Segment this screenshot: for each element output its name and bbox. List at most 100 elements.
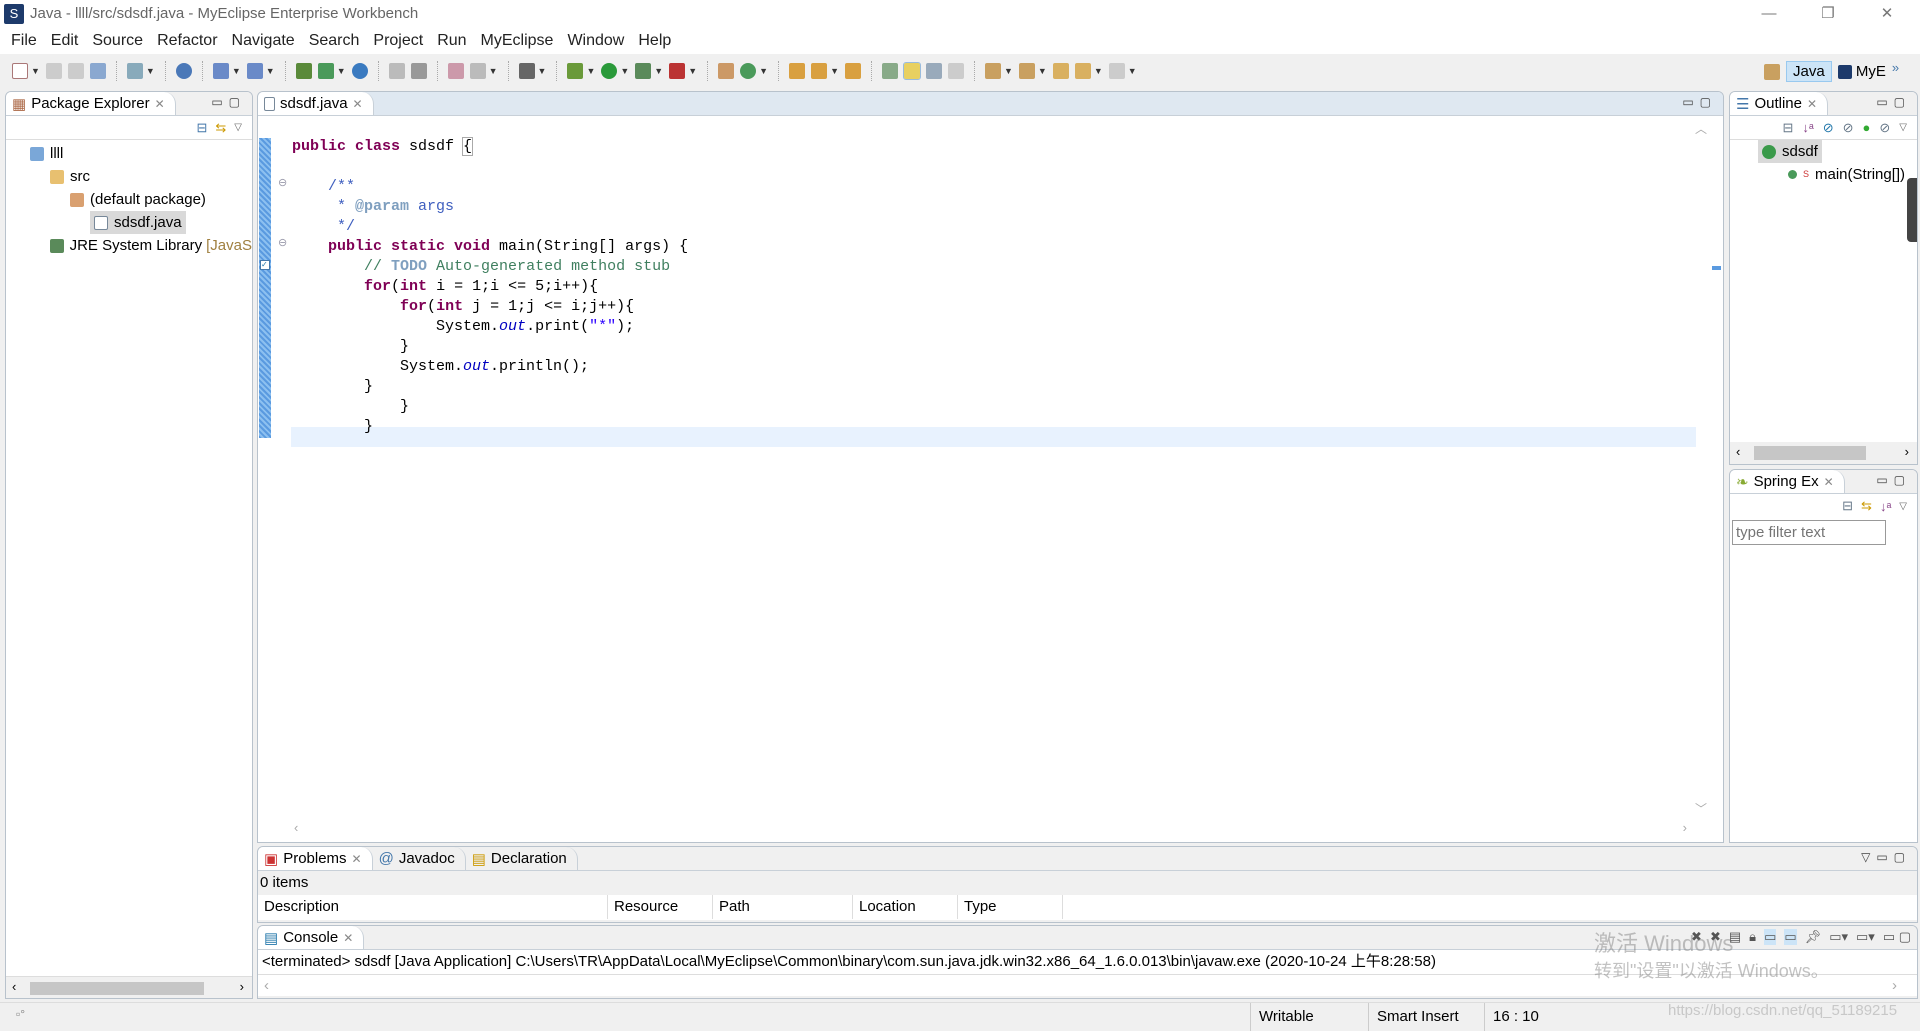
scroll-left-icon[interactable]: ‹ — [294, 820, 298, 835]
pin-console-icon[interactable]: 📌︎ — [1805, 929, 1822, 945]
new-icon[interactable] — [12, 63, 28, 79]
tab-sdsdf-java[interactable]: sdsdf.java ✕ — [258, 92, 374, 115]
scroll-down-icon[interactable]: ﹀ — [1695, 800, 1707, 817]
chevron-down-icon[interactable]: ▼ — [538, 66, 547, 76]
scrollbar-thumb[interactable] — [30, 982, 204, 995]
tab-console[interactable]: ▤ Console ✕ — [258, 926, 365, 949]
chevron-down-icon[interactable]: ▼ — [759, 66, 768, 76]
scroll-left-icon[interactable]: ‹ — [12, 979, 16, 994]
scroll-left-icon[interactable]: ‹ — [1736, 444, 1740, 459]
horizontal-scrollbar[interactable]: ‹ › — [6, 976, 252, 998]
tree-item-jre-library[interactable]: JRE System Library [JavaS — [6, 234, 252, 257]
outline-item-class[interactable]: sdsdf — [1730, 140, 1917, 163]
close-icon[interactable]: ✕ — [1824, 475, 1834, 489]
scroll-up-icon[interactable]: ︿ — [1695, 120, 1707, 137]
chevron-down-icon[interactable]: ▼ — [654, 66, 663, 76]
view-menu-minimize-maximize-icon[interactable]: ▽▭▢ — [1861, 850, 1911, 864]
close-icon[interactable]: ✕ — [1807, 97, 1817, 111]
chevron-down-icon[interactable]: ▼ — [586, 66, 595, 76]
deploy-icon[interactable] — [295, 63, 312, 79]
run-server-icon[interactable] — [317, 63, 334, 79]
open-folder-icon[interactable] — [789, 63, 806, 79]
chevron-down-icon[interactable]: ▼ — [688, 66, 697, 76]
hide-static-icon[interactable]: ⊘ — [1843, 120, 1854, 136]
save-icon[interactable] — [45, 63, 62, 79]
chevron-down-icon[interactable]: ▼ — [489, 66, 498, 76]
scrollbar-thumb[interactable] — [1754, 446, 1866, 460]
next-annotation-icon[interactable] — [984, 63, 1001, 79]
scroll-right-icon[interactable]: › — [1683, 820, 1687, 835]
minimize-maximize-icon[interactable]: ▭▢ — [211, 95, 246, 109]
open-task-icon[interactable] — [844, 63, 861, 79]
tab-declaration[interactable]: ▤ Declaration — [465, 847, 578, 870]
block-selection-icon[interactable] — [925, 63, 942, 79]
open-type-icon[interactable] — [388, 63, 405, 79]
hide-fields-icon[interactable]: ⊘ — [1823, 120, 1834, 136]
snapshot-icon[interactable] — [518, 63, 535, 79]
tab-javadoc[interactable]: @ Javadoc — [372, 847, 466, 870]
minimize-button[interactable]: — — [1746, 0, 1792, 27]
menu-file[interactable]: File — [4, 32, 44, 50]
collapse-all-icon[interactable]: ⊟ — [196, 120, 207, 136]
mark-occurrences-icon[interactable] — [902, 62, 921, 80]
browser-icon[interactable] — [351, 63, 368, 79]
menu-refactor[interactable]: Refactor — [150, 32, 224, 50]
run-icon[interactable] — [601, 63, 618, 79]
task-marker-icon[interactable]: ✓ — [260, 260, 270, 270]
menu-myeclipse[interactable]: MyEclipse — [474, 32, 561, 50]
column-description[interactable]: Description — [258, 895, 608, 919]
chevron-down-icon[interactable]: ▼ — [232, 66, 241, 76]
chevron-down-icon[interactable]: ▼ — [31, 66, 40, 76]
chevron-down-icon[interactable]: ▼ — [146, 66, 155, 76]
menu-navigate[interactable]: Navigate — [225, 32, 302, 50]
close-icon[interactable]: ✕ — [352, 852, 362, 866]
close-button[interactable]: ✕ — [1864, 0, 1910, 27]
forward-icon[interactable] — [1108, 63, 1125, 79]
tab-spring-explorer[interactable]: ❧ Spring Ex ✕ — [1730, 470, 1845, 493]
link-editor-icon[interactable]: ⇆ — [1861, 498, 1872, 514]
back-icon[interactable] — [1074, 63, 1091, 79]
close-icon[interactable]: ✕ — [155, 97, 165, 111]
outline-item-main[interactable]: Smain(String[]) — [1730, 163, 1917, 186]
menu-help[interactable]: Help — [631, 32, 678, 50]
print-icon[interactable] — [89, 63, 106, 79]
uml-icon[interactable] — [469, 63, 486, 79]
menu-project[interactable]: Project — [366, 32, 430, 50]
tree-item-default-package[interactable]: (default package) — [6, 188, 252, 211]
new-server-icon[interactable] — [212, 63, 229, 79]
filter-input[interactable] — [1732, 520, 1886, 545]
restore-button[interactable]: ❐ — [1805, 0, 1851, 27]
chevron-down-icon[interactable]: ▼ — [1038, 66, 1047, 76]
chevron-down-icon[interactable]: ▼ — [266, 66, 275, 76]
chevron-down-icon[interactable]: ▼ — [830, 66, 839, 76]
close-icon[interactable]: ✕ — [353, 97, 363, 111]
overlay-scroll-handle[interactable] — [1907, 178, 1917, 242]
close-icon[interactable]: ✕ — [343, 931, 353, 945]
tree-item-sdsdf-java[interactable]: sdsdf.java — [6, 211, 252, 234]
scroll-right-icon[interactable]: › — [240, 979, 244, 994]
chevron-down-icon[interactable]: ▼ — [620, 66, 629, 76]
hide-local-types-icon[interactable]: ⊘ — [1879, 120, 1890, 136]
minimize-maximize-icon[interactable]: ▭▢ — [1682, 95, 1717, 109]
minimize-maximize-icon[interactable]: ▭ ▢ — [1883, 929, 1911, 945]
coverage-icon[interactable] — [635, 63, 652, 79]
menu-edit[interactable]: Edit — [44, 32, 86, 50]
minimize-maximize-icon[interactable]: ▭▢ — [1876, 473, 1911, 487]
code-editor[interactable]: public class sdsdf { /** * @param args *… — [292, 137, 688, 437]
last-edit-icon[interactable] — [1052, 63, 1069, 79]
open-console-icon[interactable]: ▭▾ — [1856, 929, 1875, 945]
new-java-project-icon[interactable] — [126, 63, 143, 79]
show-whitespace-icon[interactable] — [947, 63, 964, 79]
horizontal-scrollbar[interactable]: ‹ › — [1730, 442, 1917, 464]
tab-package-explorer[interactable]: ▦ Package Explorer ✕ — [6, 92, 176, 115]
hide-nonpublic-icon[interactable]: ● — [1863, 120, 1871, 135]
fast-view-icon[interactable]: ▫° — [16, 1007, 25, 1021]
debug-icon[interactable] — [567, 63, 584, 79]
search-icon[interactable] — [811, 63, 828, 79]
column-location[interactable]: Location — [853, 895, 958, 919]
chevron-down-icon[interactable]: ▼ — [337, 66, 346, 76]
web-service-icon[interactable] — [175, 63, 192, 79]
sort-icon[interactable]: ↓ᵃ — [1880, 499, 1891, 514]
sort-icon[interactable]: ↓ᵃ — [1802, 120, 1813, 135]
view-menu-icon[interactable]: ▽ — [1899, 122, 1907, 133]
